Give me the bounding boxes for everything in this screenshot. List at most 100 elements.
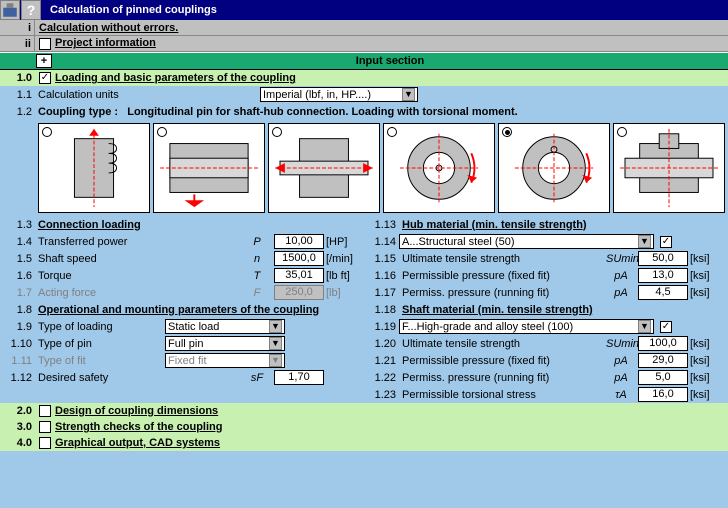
section-3-header[interactable]: 3.0 Strength checks of the coupling [0, 419, 728, 435]
input-section-title: Input section [52, 55, 728, 67]
right-column: 1.13 Hub material (min. tensile strength… [364, 216, 728, 403]
coupling-diagram-2[interactable] [153, 123, 265, 213]
param-symbol: SUmin [606, 253, 636, 265]
section-1-checkbox[interactable] [39, 72, 51, 84]
coupling-diagram-5[interactable] [498, 123, 610, 213]
header-label: Connection loading [35, 219, 364, 231]
param-unit: [ksi] [690, 389, 728, 401]
param-label: Permissible pressure (fixed fit) [399, 270, 606, 282]
expand-button[interactable]: + [36, 54, 52, 68]
param-symbol: P [242, 236, 272, 248]
coupling-diagram-1[interactable] [38, 123, 150, 213]
param-value[interactable]: 16,0 [638, 387, 688, 402]
param-unit: [ksi] [690, 338, 728, 350]
help-icon[interactable]: ? [21, 0, 41, 20]
param-value[interactable]: 35,01 [274, 268, 324, 283]
row-index: 1.12 [0, 372, 35, 384]
section-index: 2.0 [0, 405, 35, 417]
header-shaft-material: 1.18 Shaft material (min. tensile streng… [364, 301, 728, 318]
param-select[interactable]: Static load▼ [165, 319, 285, 334]
param-label: Transferred power [35, 236, 242, 248]
section-index: 4.0 [0, 437, 35, 449]
param-value[interactable]: 29,0 [638, 353, 688, 368]
row-index: 1.18 [364, 304, 399, 316]
param-row: 1.5 Shaft speed n 1500,0 [/min] [0, 250, 364, 267]
param-unit: [ksi] [690, 270, 728, 282]
section-4-header[interactable]: 4.0 Graphical output, CAD systems [0, 435, 728, 451]
chevron-down-icon: ▼ [269, 354, 282, 367]
section-3-checkbox[interactable] [39, 421, 51, 433]
param-row: 1.11 Type of fit Fixed fit▼ [0, 352, 364, 369]
row-index: 1.20 [364, 338, 399, 350]
param-label: Type of fit [35, 355, 165, 367]
row-index: i [0, 20, 35, 35]
section-3-title: Strength checks of the coupling [55, 421, 222, 433]
param-symbol: F [242, 287, 272, 299]
header-label: Hub material (min. tensile strength) [399, 219, 728, 231]
param-row: 1.12 Desired safety sF 1,70 [0, 369, 364, 386]
row-index: 1.14 [364, 236, 399, 248]
param-label: Ultimate tensile strength [399, 338, 606, 350]
param-value[interactable]: 4,5 [638, 285, 688, 300]
chevron-down-icon: ▼ [402, 88, 415, 101]
coupling-diagram-6[interactable] [613, 123, 725, 213]
radio-icon [617, 127, 627, 137]
param-value[interactable]: 1500,0 [274, 251, 324, 266]
calc-units-select[interactable]: Imperial (lbf, in, HP....)▼ [260, 87, 418, 102]
hub-material-checkbox[interactable] [660, 236, 672, 248]
coupling-diagram-4[interactable] [383, 123, 495, 213]
param-select[interactable]: Fixed fit▼ [165, 353, 285, 368]
left-column: 1.3 Connection loading 1.4 Transferred p… [0, 216, 364, 403]
param-symbol: pA [606, 270, 636, 282]
row-index: 1.7 [0, 287, 35, 299]
chevron-down-icon: ▼ [269, 320, 282, 333]
section-1-title: Loading and basic parameters of the coup… [55, 72, 296, 84]
param-symbol: pA [606, 287, 636, 299]
param-unit: [lb] [326, 287, 364, 299]
param-value[interactable]: 1,70 [274, 370, 324, 385]
param-value[interactable]: 13,0 [638, 268, 688, 283]
param-value[interactable]: 100,0 [638, 336, 688, 351]
row-index: 1.2 [0, 106, 35, 118]
param-symbol: sF [242, 372, 272, 384]
param-label: Type of pin [35, 338, 165, 350]
param-row: 1.17 Permiss. pressure (running fit) pA … [364, 284, 728, 301]
param-row: 1.4 Transferred power P 10,00 [HP] [0, 233, 364, 250]
param-value[interactable]: 10,00 [274, 234, 324, 249]
row-index: 1.11 [0, 355, 35, 367]
chevron-down-icon: ▼ [638, 320, 651, 333]
coupling-type-diagrams [0, 120, 728, 216]
row-index: 1.15 [364, 253, 399, 265]
row-index: 1.5 [0, 253, 35, 265]
section-1-header: 1.0 Loading and basic parameters of the … [0, 70, 728, 86]
project-info-checkbox[interactable] [39, 38, 51, 50]
param-unit: [ksi] [690, 253, 728, 265]
row-shaft-material-select: 1.19 F...High-grade and alloy steel (100… [364, 318, 728, 335]
row-index: 1.17 [364, 287, 399, 299]
param-value: 250,0 [274, 285, 324, 300]
coupling-diagram-3[interactable] [268, 123, 380, 213]
row-index: ii [0, 36, 35, 51]
app-icon[interactable] [0, 0, 20, 20]
param-value[interactable]: 5,0 [638, 370, 688, 385]
header-label: Operational and mounting parameters of t… [35, 304, 364, 316]
param-label: Permiss. pressure (running fit) [399, 372, 606, 384]
section-2-checkbox[interactable] [39, 405, 51, 417]
param-select[interactable]: Full pin▼ [165, 336, 285, 351]
param-symbol: n [242, 253, 272, 265]
param-value[interactable]: 50,0 [638, 251, 688, 266]
section-2-header[interactable]: 2.0 Design of coupling dimensions [0, 403, 728, 419]
shaft-material-checkbox[interactable] [660, 321, 672, 333]
section-4-checkbox[interactable] [39, 437, 51, 449]
shaft-material-select[interactable]: F...High-grade and alloy steel (100)▼ [399, 319, 654, 334]
param-unit: [ksi] [690, 355, 728, 367]
row-index: 1.3 [0, 219, 35, 231]
hub-material-select[interactable]: A...Structural steel (50)▼ [399, 234, 654, 249]
param-row: 1.7 Acting force F 250,0 [lb] [0, 284, 364, 301]
section-2-title: Design of coupling dimensions [55, 405, 218, 417]
param-row: 1.10 Type of pin Full pin▼ [0, 335, 364, 352]
chevron-down-icon: ▼ [638, 235, 651, 248]
row-index: 1.1 [0, 89, 35, 101]
row-coupling-type: 1.2 Coupling type : Longitudinal pin for… [0, 103, 728, 120]
radio-icon [502, 127, 512, 137]
